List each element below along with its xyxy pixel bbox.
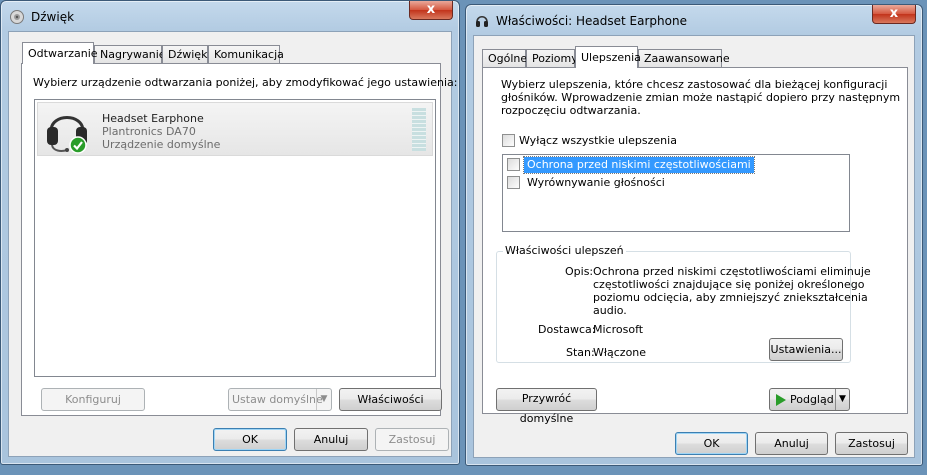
preview-label: Podgląd <box>790 393 834 406</box>
state-value: Włączone <box>593 346 647 359</box>
tab-playback[interactable]: Odtwarzanie <box>22 42 98 64</box>
sound-client-area: Odtwarzanie Nagrywanie Dźwięki Komunikac… <box>8 31 457 457</box>
disable-all-label[interactable]: Wyłącz wszystkie ulepszenia <box>519 134 677 147</box>
description-value-2: częstotliwości znajdujące się poniżej ok… <box>593 278 865 291</box>
description-value-1: Ochrona przed niskimi częstotliwościami … <box>593 265 871 278</box>
preview-dropdown-icon[interactable]: ▼ <box>835 389 849 410</box>
restore-defaults-button[interactable]: Przywróć domyślne <box>496 388 597 425</box>
enhancement-item[interactable]: Wyrównywanie głośności <box>507 175 847 191</box>
volume-level-meter <box>412 108 426 151</box>
device-model: Plantronics DA70 <box>102 125 196 138</box>
provider-label: Dostawca: <box>538 323 596 336</box>
properties-ok-button[interactable]: OK <box>675 432 748 455</box>
device-status: Urządzenie domyślne <box>102 138 221 151</box>
properties-titlebar[interactable]: Właściwości: Headset Earphone x <box>466 5 922 35</box>
enhancements-description-2: głośników. Wprowadzenie zmian może nastą… <box>501 91 901 104</box>
settings-button[interactable]: Ustawienia... <box>769 338 843 361</box>
loudness-equalization-label[interactable]: Wyrównywanie głośności <box>527 176 665 189</box>
device-item-headset[interactable]: Headset Earphone Plantronics DA70 Urządz… <box>37 102 433 156</box>
enhancements-description-3: rozpoczęciu odtwarzania. <box>501 104 641 117</box>
properties-cancel-button[interactable]: Anuluj <box>755 432 828 455</box>
loudness-equalization-checkbox[interactable] <box>507 176 520 189</box>
state-label: Stan: <box>566 346 595 359</box>
disable-all-checkbox[interactable] <box>502 134 515 147</box>
bass-protection-checkbox[interactable] <box>507 158 520 171</box>
tab-enhancements[interactable]: Ulepszenia <box>575 46 641 68</box>
device-list[interactable]: Headset Earphone Plantronics DA70 Urządz… <box>34 99 436 377</box>
tab-advanced[interactable]: Zaawansowane <box>638 49 730 67</box>
description-value-4: audio. <box>593 304 627 317</box>
speaker-icon <box>9 9 25 25</box>
default-check-icon <box>69 136 87 154</box>
device-name: Headset Earphone <box>102 112 204 125</box>
tab-general[interactable]: Ogólne <box>482 49 527 67</box>
sound-titlebar[interactable]: Dźwięk x <box>1 1 459 31</box>
set-default-label: Ustaw domyślne <box>232 393 323 406</box>
sound-apply-button[interactable]: Zastosuj <box>375 428 449 451</box>
enhancements-list[interactable]: Ochrona przed niskimi częstotliwościami … <box>502 154 850 232</box>
sound-close-button[interactable]: x <box>409 1 453 20</box>
enhancements-description-1: Wybierz ulepszenia, które chcesz zastoso… <box>501 78 888 91</box>
playback-instruction: Wybierz urządzenie odtwarzania poniżej, … <box>33 76 458 89</box>
sound-window: Dźwięk x Odtwarzanie Nagrywanie Dźwięki … <box>0 0 460 465</box>
group-title: Właściwości ulepszeń <box>503 244 626 257</box>
enhancement-item[interactable]: Ochrona przed niskimi częstotliwościami <box>507 156 847 174</box>
enhancement-properties-group: Właściwości ulepszeń Opis: Ochrona przed… <box>496 244 871 363</box>
headset-small-icon <box>474 13 490 29</box>
sound-window-title: Dźwięk <box>31 10 75 24</box>
sound-cancel-button[interactable]: Anuluj <box>294 428 368 451</box>
properties-button[interactable]: Właściwości <box>339 388 442 411</box>
tab-recording[interactable]: Nagrywanie <box>94 45 166 63</box>
provider-value: Microsoft <box>593 323 644 336</box>
properties-apply-button[interactable]: Zastosuj <box>835 432 908 455</box>
properties-window: Właściwości: Headset Earphone x Ogólne P… <box>465 4 923 466</box>
set-default-dropdown-icon[interactable]: ▼ <box>316 389 331 410</box>
configure-button[interactable]: Konfiguruj <box>41 388 145 411</box>
sound-ok-button[interactable]: OK <box>213 428 287 451</box>
description-label: Opis: <box>565 265 594 278</box>
tab-sounds[interactable]: Dźwięki <box>162 45 211 63</box>
properties-tab-panel: Wybierz ulepszenia, które chcesz zastoso… <box>482 67 908 425</box>
properties-window-title: Właściwości: Headset Earphone <box>496 14 687 28</box>
properties-close-button[interactable]: x <box>872 5 916 24</box>
set-default-split-button[interactable]: Ustaw domyślne ▼ <box>228 388 332 411</box>
description-value-3: poziomu odcięcia, aby zmniejszyć znieksz… <box>593 291 868 304</box>
tab-communication[interactable]: Komunikacja <box>208 45 284 63</box>
properties-client-area: Ogólne Poziomy Ulepszenia Zaawansowane W… <box>473 35 915 458</box>
bass-protection-label[interactable]: Ochrona przed niskimi częstotliwościami <box>523 156 755 174</box>
preview-split-button[interactable]: Podgląd ▼ <box>769 388 850 411</box>
tab-levels[interactable]: Poziomy <box>526 49 578 67</box>
play-icon <box>775 394 787 406</box>
sound-tab-panel: Wybierz urządzenie odtwarzania poniżej, … <box>21 63 457 416</box>
